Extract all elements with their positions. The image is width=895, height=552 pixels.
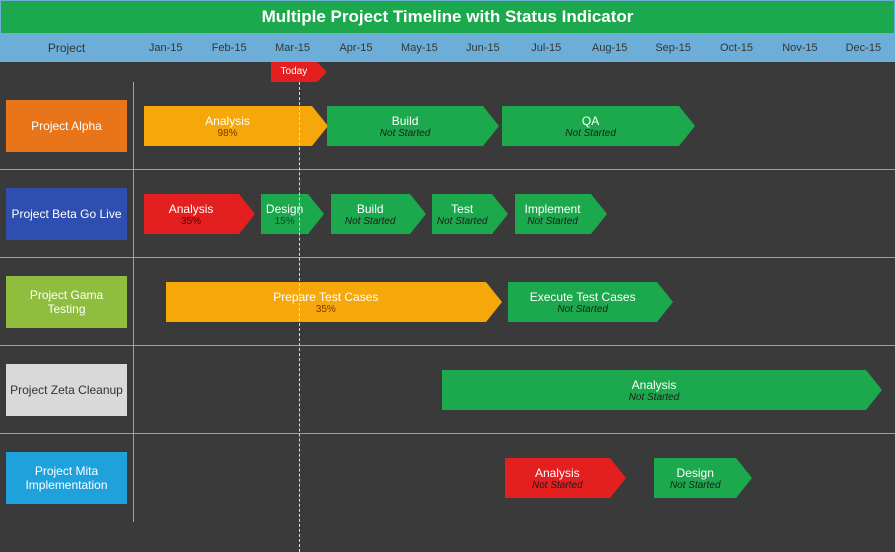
task-status: Not Started: [345, 216, 396, 227]
month-header-6: Jul-15: [515, 34, 578, 61]
month-header-8: Sep-15: [641, 34, 704, 61]
month-header-1: Feb-15: [197, 34, 260, 61]
month-header-9: Oct-15: [705, 34, 768, 61]
today-row: Today: [0, 62, 895, 82]
task-status: Not Started: [437, 216, 488, 227]
task-bar: Design15%: [261, 194, 309, 234]
project-row-1: Project Beta Go LiveAnalysis35%Design15%…: [0, 170, 895, 258]
swimlane: Prepare Test Cases35% Execute Test CasesN…: [134, 258, 895, 345]
month-header-0: Jan-15: [134, 34, 197, 61]
task-bar: AnalysisNot Started: [442, 370, 867, 410]
task-status: Not Started: [670, 480, 721, 491]
chart-title: Multiple Project Timeline with Status In…: [0, 0, 895, 34]
task-name: Analysis: [169, 202, 214, 216]
timeline-body: Today Project AlphaAnalysis98%BuildNot S…: [0, 62, 895, 522]
swimlane: AnalysisNot Started: [134, 346, 895, 433]
task-name: Prepare Test Cases: [273, 290, 378, 304]
task-status: 98%: [218, 128, 238, 139]
task-status: 35%: [181, 216, 201, 227]
task-bar: BuildNot Started: [327, 106, 482, 146]
project-label: Project Beta Go Live: [0, 170, 134, 257]
task-status: Not Started: [380, 128, 431, 139]
task-name: Build: [357, 202, 384, 216]
task-name: Design: [266, 202, 303, 216]
task-status: Not Started: [527, 216, 578, 227]
month-header-10: Nov-15: [768, 34, 831, 61]
task-status: Not Started: [532, 480, 583, 491]
swimlane: AnalysisNot StartedDesignNot Started: [134, 434, 895, 522]
project-row-2: Project Gama TestingPrepare Test Cases35…: [0, 258, 895, 346]
task-name: Analysis: [632, 378, 677, 392]
swimlane: Analysis35%Design15%BuildNot StartedTest…: [134, 170, 895, 257]
project-label: Project Alpha: [0, 82, 134, 169]
task-bar: Execute Test CasesNot Started: [508, 282, 657, 322]
project-label: Project Zeta Cleanup: [0, 346, 134, 433]
month-header-7: Aug-15: [578, 34, 641, 61]
month-header-2: Mar-15: [261, 34, 324, 61]
task-status: Not Started: [565, 128, 616, 139]
task-bar: QANot Started: [502, 106, 680, 146]
task-bar: BuildNot Started: [331, 194, 410, 234]
month-header-4: May-15: [388, 34, 451, 61]
task-bar: Analysis98%: [144, 106, 312, 146]
project-label: Project Gama Testing: [0, 258, 134, 345]
task-status: Not Started: [557, 304, 608, 315]
task-name: Build: [392, 114, 419, 128]
project-row-0: Project AlphaAnalysis98%BuildNot Started…: [0, 82, 895, 170]
task-name: Analysis: [535, 466, 580, 480]
month-header-5: Jun-15: [451, 34, 514, 61]
task-name: Test: [451, 202, 473, 216]
project-row-3: Project Zeta Cleanup AnalysisNot Started: [0, 346, 895, 434]
task-status: 35%: [316, 304, 336, 315]
task-bar: DesignNot Started: [654, 458, 736, 498]
header-row: Project Jan-15Feb-15Mar-15Apr-15May-15Ju…: [0, 34, 895, 62]
task-bar: Prepare Test Cases35%: [166, 282, 486, 322]
task-bar: Analysis35%: [144, 194, 239, 234]
month-header-3: Apr-15: [324, 34, 387, 61]
task-status: 15%: [275, 216, 295, 227]
project-row-4: Project Mita ImplementationAnalysisNot S…: [0, 434, 895, 522]
task-name: Analysis: [205, 114, 250, 128]
task-bar: AnalysisNot Started: [505, 458, 610, 498]
task-bar: TestNot Started: [432, 194, 492, 234]
project-label: Project Mita Implementation: [0, 434, 134, 522]
task-name: Execute Test Cases: [530, 290, 636, 304]
swimlane: Analysis98%BuildNot StartedQANot Started: [134, 82, 895, 169]
task-name: Design: [677, 466, 714, 480]
task-status: Not Started: [629, 392, 680, 403]
task-name: Implement: [525, 202, 581, 216]
month-header-11: Dec-15: [832, 34, 895, 61]
today-marker: Today: [271, 62, 317, 82]
task-bar: ImplementNot Started: [515, 194, 591, 234]
task-name: QA: [582, 114, 599, 128]
project-column-header: Project: [0, 34, 134, 61]
